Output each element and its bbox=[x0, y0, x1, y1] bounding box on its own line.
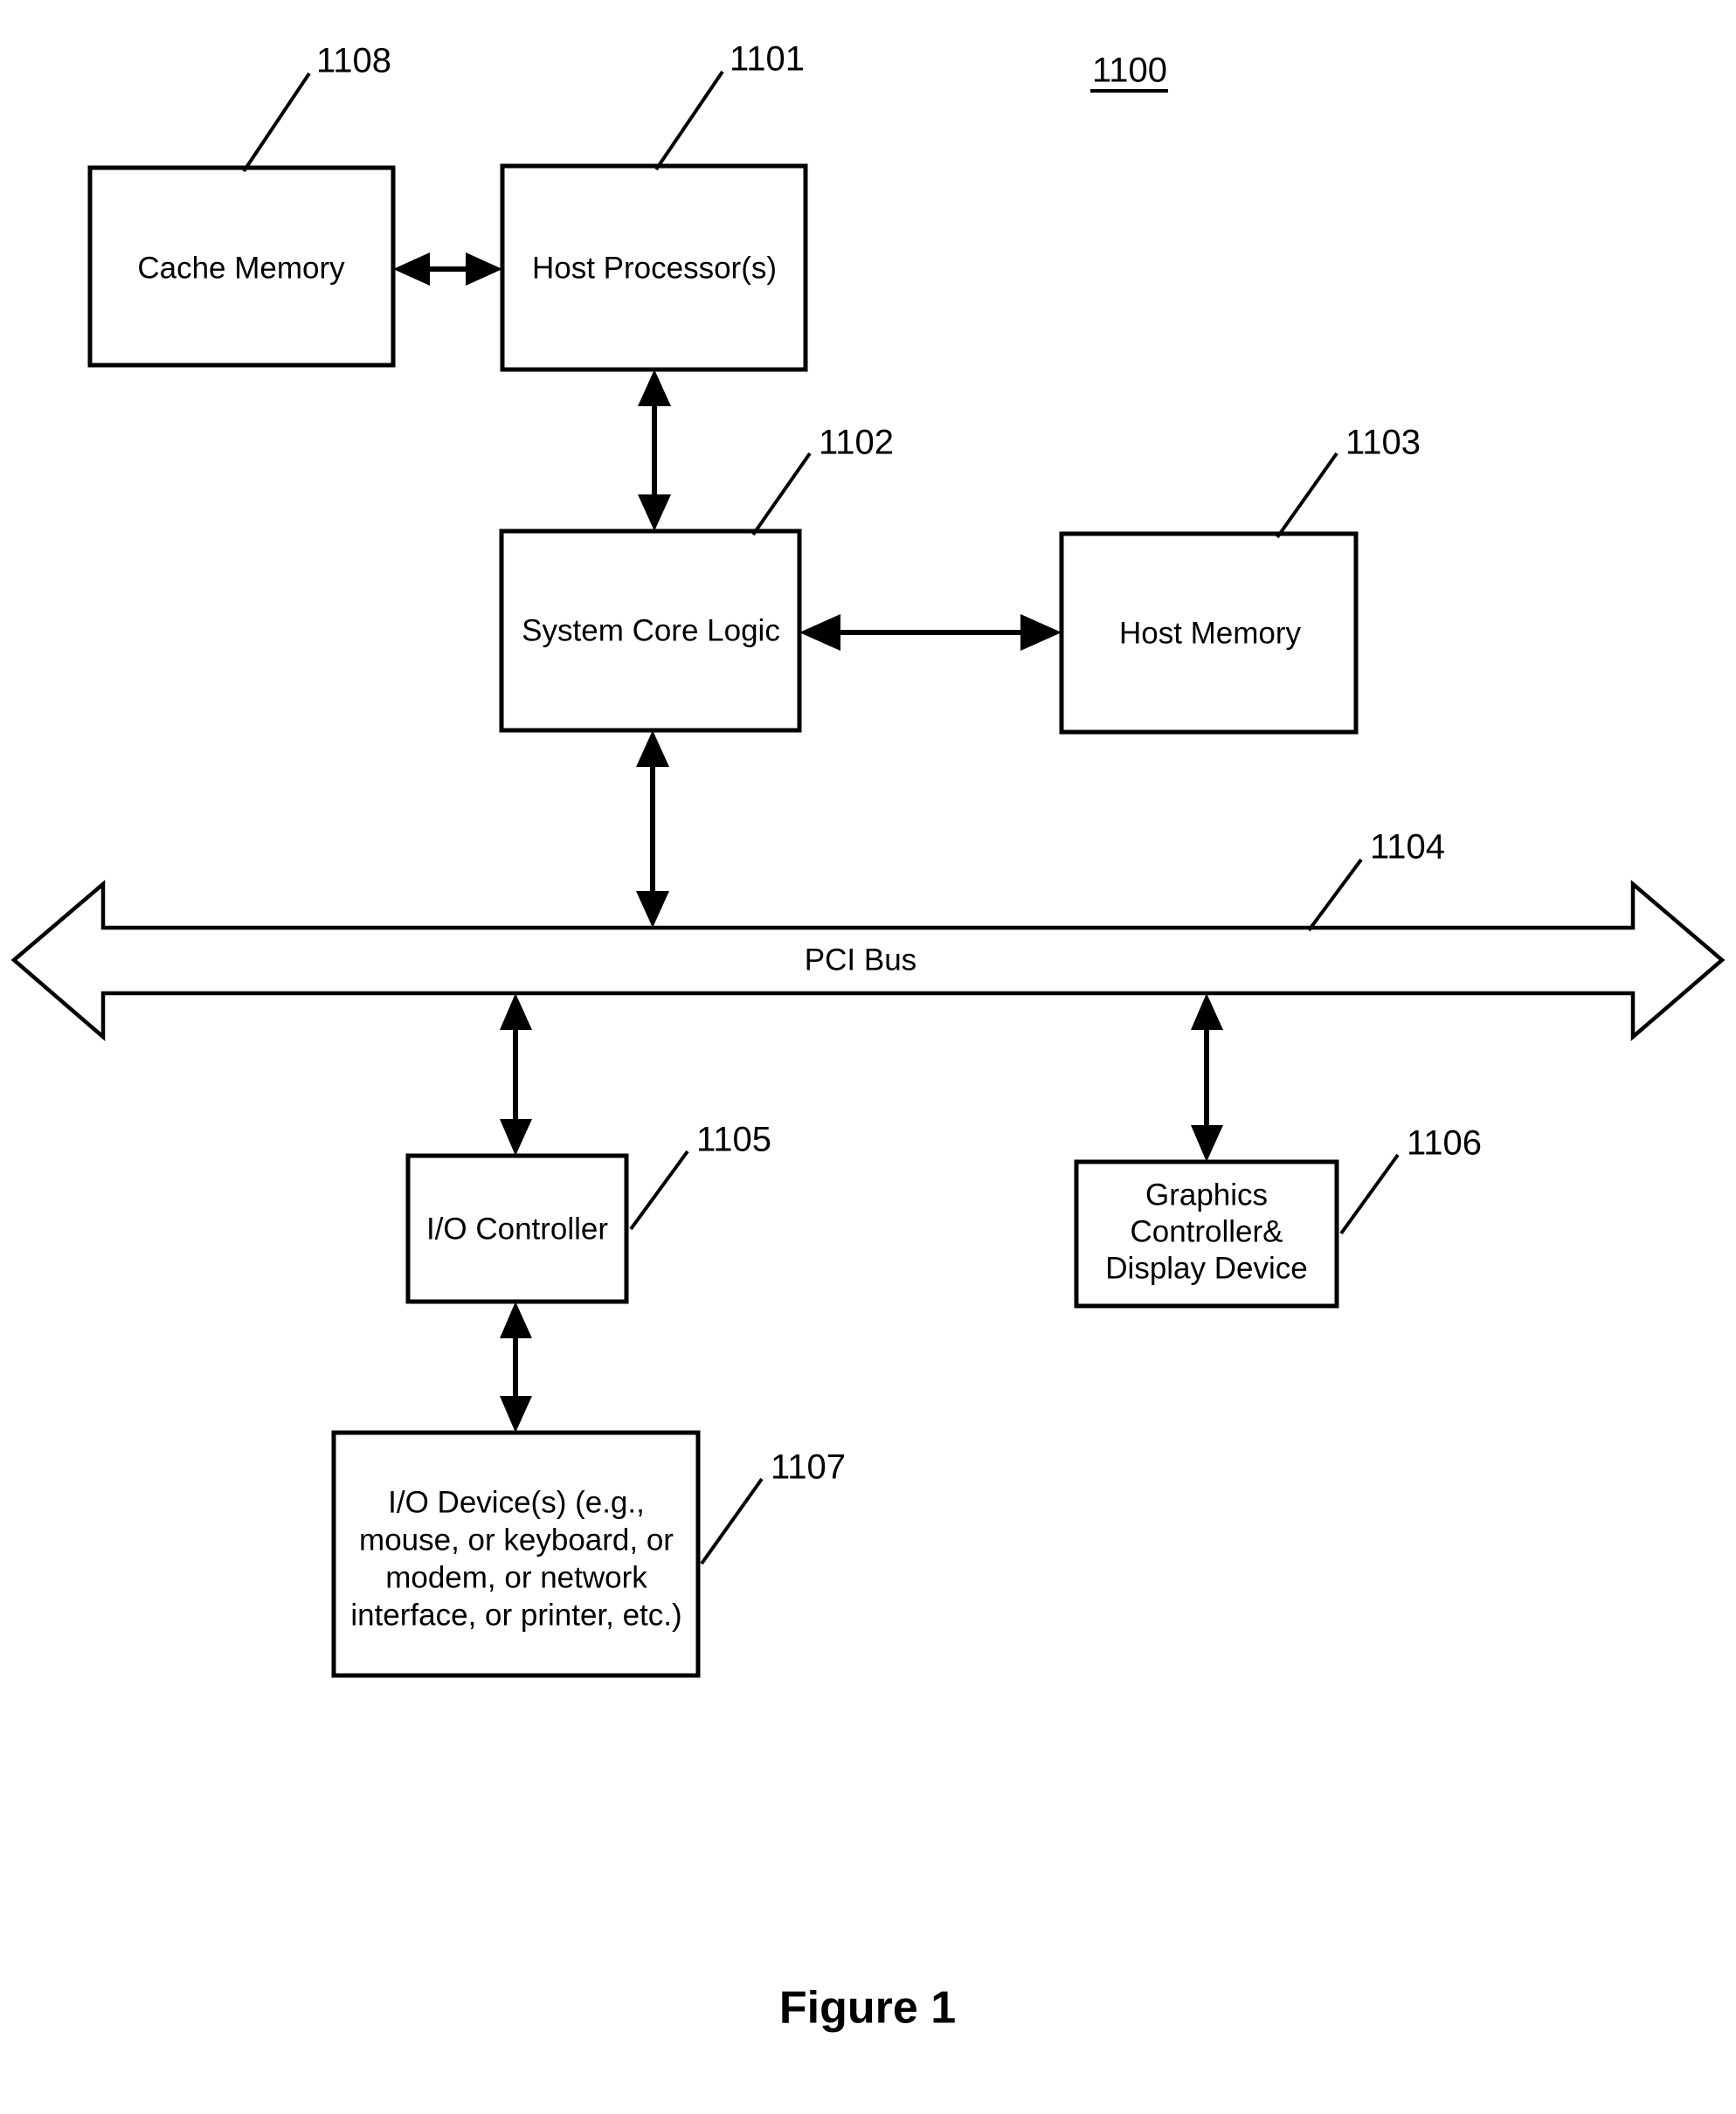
arrow-head-up bbox=[500, 993, 532, 1030]
system-core-logic-leader-line bbox=[751, 452, 812, 536]
system-reference-1100: 1100 bbox=[1090, 52, 1168, 93]
pci-bus-reference-label: 1104 bbox=[1370, 828, 1445, 867]
figure-caption: Figure 1 bbox=[779, 1983, 956, 2034]
lead-host-processor: 1101 bbox=[654, 40, 805, 171]
arrow-corelogic-to-pcibus bbox=[636, 730, 669, 928]
pci-bus-label: PCI Bus bbox=[805, 943, 916, 977]
graphics-controller-label-line1: Graphics bbox=[1145, 1178, 1268, 1212]
lead-graphics-controller: 1106 bbox=[1339, 1124, 1482, 1235]
system-core-logic-reference-label: 1102 bbox=[819, 424, 894, 462]
arrow-cache-to-processor bbox=[393, 252, 502, 286]
io-controller-label: I/O Controller bbox=[426, 1212, 608, 1246]
pci-bus-leader-line bbox=[1307, 858, 1363, 932]
arrow-pcibus-to-iocontroller bbox=[500, 993, 532, 1156]
graphics-controller-leader-line bbox=[1339, 1153, 1400, 1235]
arrow-head-down bbox=[500, 1119, 532, 1156]
system-reference-label: 1100 bbox=[1092, 52, 1167, 90]
block-host-memory[interactable]: Host Memory bbox=[1059, 531, 1359, 735]
lead-io-controller: 1105 bbox=[629, 1121, 771, 1231]
io-controller-reference-label: 1105 bbox=[696, 1121, 771, 1159]
io-devices-reference-label: 1107 bbox=[771, 1448, 846, 1487]
host-memory-leader-line bbox=[1276, 452, 1338, 539]
block-cache-memory[interactable]: Cache Memory bbox=[87, 165, 396, 368]
arrow-head-right bbox=[466, 252, 502, 286]
graphics-controller-reference-label: 1106 bbox=[1407, 1124, 1482, 1163]
block-graphics-controller[interactable]: Graphics Controller& Display Device bbox=[1074, 1159, 1339, 1309]
cache-memory-reference-label: 1108 bbox=[316, 42, 391, 80]
arrow-head-left bbox=[799, 614, 840, 651]
block-system-core-logic[interactable]: System Core Logic bbox=[499, 528, 802, 733]
io-devices-label-line4: interface, or printer, etc.) bbox=[350, 1598, 681, 1632]
arrow-head-up bbox=[1191, 993, 1223, 1030]
block-host-processor[interactable]: Host Processor(s) bbox=[500, 163, 808, 372]
arrow-head-up bbox=[500, 1302, 532, 1338]
block-pci-bus[interactable]: PCI Bus bbox=[10, 880, 1726, 1041]
block-io-devices[interactable]: I/O Device(s) (e.g., mouse, or keyboard,… bbox=[331, 1430, 701, 1678]
block-io-controller[interactable]: I/O Controller bbox=[405, 1153, 629, 1304]
lead-host-memory: 1103 bbox=[1276, 424, 1421, 539]
host-processor-reference-label: 1101 bbox=[730, 40, 805, 79]
host-memory-label: Host Memory bbox=[1119, 616, 1302, 650]
io-devices-label-line3: modem, or network bbox=[385, 1560, 647, 1594]
arrow-head-down bbox=[500, 1396, 532, 1433]
system-core-logic-label: System Core Logic bbox=[522, 613, 780, 647]
lead-io-devices: 1107 bbox=[700, 1448, 846, 1565]
arrow-head-down bbox=[1191, 1125, 1223, 1162]
arrow-head-down bbox=[636, 891, 669, 928]
lead-system-core-logic: 1102 bbox=[751, 424, 894, 536]
arrow-processor-to-corelogic bbox=[638, 370, 671, 531]
arrow-head-up bbox=[636, 730, 669, 767]
host-memory-reference-label: 1103 bbox=[1345, 424, 1421, 462]
graphics-controller-label-line2: Controller& bbox=[1130, 1214, 1283, 1248]
arrow-head-left bbox=[393, 252, 430, 286]
arrow-corelogic-to-hostmemory bbox=[799, 614, 1062, 651]
arrow-pcibus-to-graphics bbox=[1191, 993, 1223, 1162]
cache-memory-leader-line bbox=[242, 72, 311, 173]
cache-memory-label: Cache Memory bbox=[137, 251, 345, 285]
arrow-head-right bbox=[1020, 614, 1062, 651]
host-processor-leader-line bbox=[654, 70, 724, 171]
host-processor-label: Host Processor(s) bbox=[532, 251, 777, 285]
figure-page: 1100 Cache Memory 1108 Host Processor(s)… bbox=[0, 0, 1736, 2114]
lead-pci-bus: 1104 bbox=[1307, 828, 1445, 932]
io-controller-leader-line bbox=[629, 1150, 689, 1231]
arrow-head-up bbox=[638, 370, 671, 406]
patent-figure-canvas: 1100 Cache Memory 1108 Host Processor(s)… bbox=[10, 40, 1726, 2034]
arrow-head-down bbox=[638, 494, 671, 531]
io-devices-leader-line bbox=[700, 1477, 764, 1565]
io-devices-label-line1: I/O Device(s) (e.g., bbox=[388, 1485, 645, 1519]
io-devices-label-line2: mouse, or keyboard, or bbox=[359, 1523, 674, 1557]
graphics-controller-label-line3: Display Device bbox=[1105, 1251, 1307, 1285]
arrow-iocontroller-to-iodevices bbox=[500, 1302, 532, 1433]
lead-cache-memory: 1108 bbox=[242, 42, 391, 173]
